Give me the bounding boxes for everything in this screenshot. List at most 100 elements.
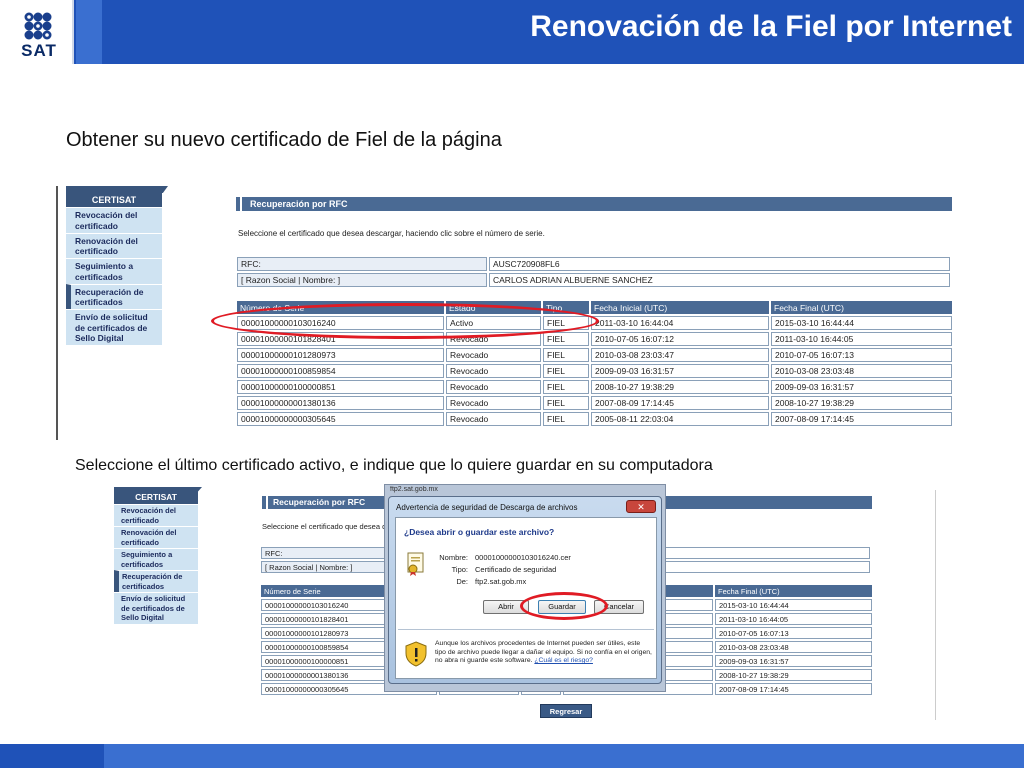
table-cell: 2010-07-05 16:07:12 [591, 332, 769, 346]
table-cell: 2011-03-10 16:44:05 [715, 613, 872, 625]
dialog-separator [398, 629, 654, 630]
regresar-button[interactable]: Regresar [540, 704, 592, 718]
razon-label: [ Razon Social | Nombre: ] [237, 273, 487, 287]
table-cell: 2010-03-08 23:03:47 [591, 348, 769, 362]
type-value: Certificado de seguridad [475, 565, 557, 574]
table-cell: Revocado [446, 380, 541, 394]
table-row: 00001000000100000851RevocadoFIEL2008-10-… [237, 380, 952, 394]
sidebar-item-sello-digital[interactable]: Envío de solicitud de certificados de Se… [114, 592, 198, 624]
certificate-file-icon [407, 552, 424, 576]
footer-accent-stripe [0, 744, 104, 768]
table-cell: 2011-03-10 16:44:04 [591, 316, 769, 330]
section-bar-tick [262, 496, 266, 509]
table-cell: 2007-08-09 17:14:45 [715, 683, 872, 695]
table-cell: 2010-03-08 23:03:48 [715, 641, 872, 653]
sidebar-item-renovacion[interactable]: Renovación del certificado [114, 526, 198, 548]
table-cell: 2008-10-27 19:38:29 [591, 380, 769, 394]
table-cell: 2008-10-27 19:38:29 [715, 669, 872, 681]
sidebar-item-sello-digital[interactable]: Envío de solicitud de certificados de Se… [66, 309, 162, 345]
instruction-step-2: Seleccione el último certificado activo,… [75, 457, 713, 474]
section-bar-tick [236, 197, 240, 211]
section-bar-recuperacion: Recuperación por RFC [242, 197, 952, 211]
serial-link[interactable]: 00001000000001380136 [237, 396, 444, 410]
certisat-sidebar: CERTISAT Revocación del certificado Reno… [66, 193, 162, 345]
table-cell: 2010-07-05 16:07:13 [771, 348, 952, 362]
table-cell: 2009-09-03 16:31:57 [591, 364, 769, 378]
dialog-question: ¿Desea abrir o guardar este archivo? [404, 527, 555, 537]
table-cell: FIEL [543, 364, 589, 378]
table-cell: Revocado [446, 412, 541, 426]
table-row: 00001000000101280973RevocadoFIEL2010-03-… [237, 348, 952, 362]
column-header: Fecha Inicial (UTC) [591, 301, 769, 314]
table-cell: 2015-03-10 16:44:44 [771, 316, 952, 330]
sidebar-title: CERTISAT [66, 193, 162, 207]
table-cell: 2015-03-10 16:44:44 [715, 599, 872, 611]
rfc-row: RFC: AUSC720908FL6 [237, 257, 950, 271]
instruction-step-1: Obtener su nuevo certificado de Fiel de … [66, 129, 502, 151]
table-cell: 2005-08-11 22:03:04 [591, 412, 769, 426]
razon-row: [ Razon Social | Nombre: ] CARLOS ADRIAN… [237, 273, 950, 287]
name-value: 00001000000103016240.cer [475, 553, 571, 562]
table-cell: FIEL [543, 412, 589, 426]
security-shield-icon [405, 641, 427, 667]
sidebar-item-seguimiento[interactable]: Seguimiento a certificados [114, 548, 198, 570]
table-cell: FIEL [543, 396, 589, 410]
sidebar-title: CERTISAT [114, 491, 198, 504]
table-row: 00001000000001380136RevocadoFIEL2007-08-… [237, 396, 952, 410]
sidebar-item-revocacion[interactable]: Revocación del certificado [66, 207, 162, 233]
risk-link[interactable]: ¿Cuál es el riesgo? [534, 657, 593, 664]
active-certificate-highlight [211, 303, 599, 339]
table-cell: 2007-08-09 17:14:45 [771, 412, 952, 426]
from-value: ftp2.sat.gob.mx [475, 577, 527, 586]
page-instruction: Seleccione el certificado que desea d [262, 522, 387, 531]
guardar-highlight [520, 592, 608, 620]
table-cell: 2010-07-05 16:07:13 [715, 627, 872, 639]
rfc-value: AUSC720908FL6 [489, 257, 950, 271]
table-cell: Revocado [446, 348, 541, 362]
table-cell: 2009-09-03 16:31:57 [715, 655, 872, 667]
table-cell: Revocado [446, 364, 541, 378]
table-row: 00001000000100859854RevocadoFIEL2009-09-… [237, 364, 952, 378]
serial-link[interactable]: 00001000000100000851 [237, 380, 444, 394]
rfc-label: RFC: [237, 257, 487, 271]
page-instruction: Seleccione el certificado que desea desc… [238, 229, 545, 238]
serial-link[interactable]: 00001000000100859854 [237, 364, 444, 378]
serial-link[interactable]: 00001000000101280973 [237, 348, 444, 362]
dialog-title: Advertencia de seguridad de Descarga de … [396, 503, 578, 512]
name-label: Nombre: [439, 553, 468, 562]
razon-value: CARLOS ADRIAN ALBUERNE SANCHEZ [489, 273, 950, 287]
sat-logo-text: SAT [21, 41, 57, 60]
slide-title: Renovación de la Fiel por Internet [530, 10, 1012, 43]
security-warning-text: Aunque los archivos procedentes de Inter… [435, 640, 653, 666]
column-header: Fecha Final (UTC) [715, 585, 872, 597]
table-cell: 2009-09-03 16:31:57 [771, 380, 952, 394]
screenshot-divider [56, 186, 58, 440]
column-header: Fecha Final (UTC) [771, 301, 952, 314]
from-label: De: [456, 577, 468, 586]
sidebar-item-revocacion[interactable]: Revocación del certificado [114, 504, 198, 526]
rfc-info-table: RFC: AUSC720908FL6 [ Razon Social | Nomb… [235, 255, 952, 289]
table-cell: FIEL [543, 348, 589, 362]
sat-logo-mark-icon [24, 12, 52, 40]
table-cell: Revocado [446, 396, 541, 410]
browser-window-title: ftp2.sat.gob.mx [390, 486, 438, 493]
table-cell: FIEL [543, 380, 589, 394]
table-cell: 2011-03-10 16:44:05 [771, 332, 952, 346]
table-row: 00001000000000305645RevocadoFIEL2005-08-… [237, 412, 952, 426]
serial-link[interactable]: 00001000000000305645 [237, 412, 444, 426]
header-accent-stripe [76, 0, 102, 64]
type-label: Tipo: [451, 565, 468, 574]
close-button[interactable]: ✕ [626, 500, 656, 513]
slide-footer [0, 744, 1024, 768]
certisat-sidebar: CERTISAT Revocación del certificado Reno… [114, 491, 198, 624]
table-cell: 2010-03-08 23:03:48 [771, 364, 952, 378]
table-cell: FIEL [543, 332, 589, 346]
sidebar-item-recuperacion[interactable]: Recuperación de certificados [66, 283, 162, 309]
sidebar-item-renovacion[interactable]: Renovación del certificado [66, 232, 162, 259]
table-cell: 2007-08-09 17:14:45 [591, 396, 769, 410]
sidebar-item-recuperacion[interactable]: Recuperación de certificados [114, 570, 198, 592]
sidebar-item-seguimiento[interactable]: Seguimiento a certificados [66, 258, 162, 284]
screenshot-divider [935, 490, 936, 720]
sidebar-cap [66, 186, 168, 193]
table-cell: 2008-10-27 19:38:29 [771, 396, 952, 410]
